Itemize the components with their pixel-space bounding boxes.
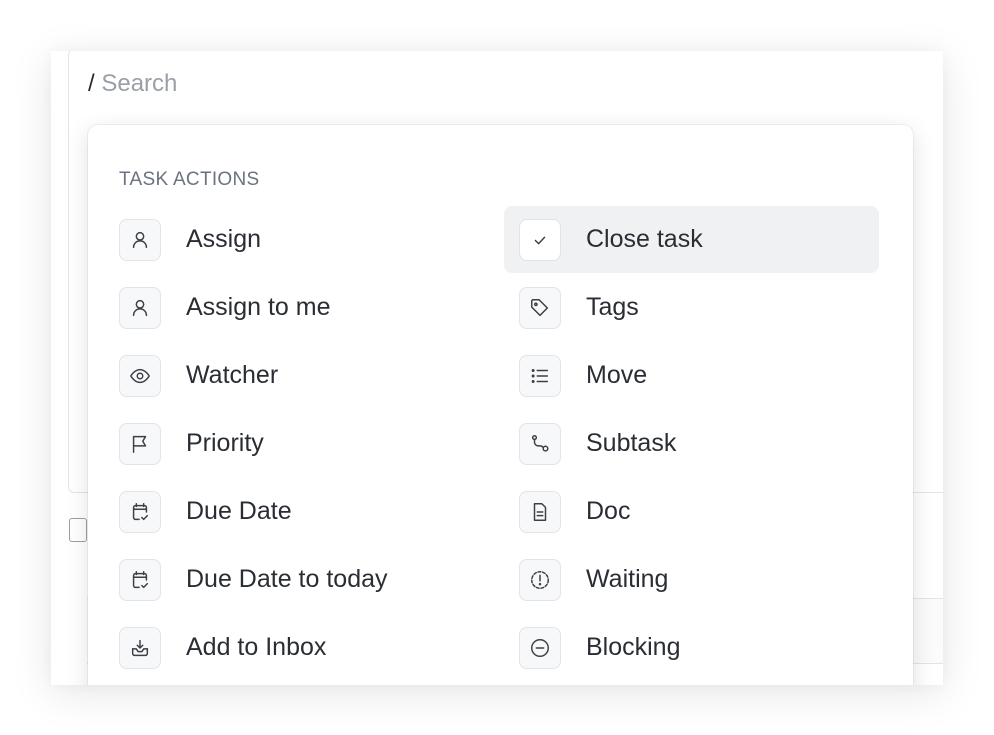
menu-item-watcher[interactable]: Watcher bbox=[104, 342, 479, 409]
menu-item-close-task[interactable]: Close task bbox=[504, 206, 879, 273]
menu-item-add-to-inbox[interactable]: Add to Inbox bbox=[104, 614, 479, 681]
menu-item-waiting[interactable]: Waiting bbox=[504, 546, 879, 613]
calendar-check-icon bbox=[119, 558, 161, 601]
menu-item-label: Due Date to today bbox=[186, 565, 388, 593]
right-column: Close task Tags Move Subtask Doc Waiting… bbox=[504, 206, 879, 682]
menu-item-label: Assign to me bbox=[186, 293, 331, 321]
menu-item-subtask[interactable]: Subtask bbox=[504, 410, 879, 477]
section-title: TASK ACTIONS bbox=[119, 169, 260, 190]
menu-item-due-date[interactable]: Due Date bbox=[104, 478, 479, 545]
menu-item-assign[interactable]: Assign bbox=[104, 206, 479, 273]
tag-icon bbox=[519, 286, 561, 329]
list-icon bbox=[519, 354, 561, 397]
task-panel: / Search TASK ACTIONS Assign Assign to m… bbox=[51, 51, 943, 685]
menu-item-label: Move bbox=[586, 361, 648, 389]
menu-item-label: Close task bbox=[586, 225, 703, 253]
menu-item-blocking[interactable]: Blocking bbox=[504, 614, 879, 681]
menu-item-doc[interactable]: Doc bbox=[504, 478, 879, 545]
slash-prefix: / bbox=[88, 70, 95, 97]
document-icon bbox=[519, 490, 561, 533]
flag-icon bbox=[119, 422, 161, 465]
user-icon bbox=[119, 286, 161, 329]
minus-circle-icon bbox=[519, 626, 561, 669]
subtask-icon bbox=[519, 422, 561, 465]
check-icon bbox=[519, 218, 561, 261]
eye-icon bbox=[119, 354, 161, 397]
menu-item-label: Doc bbox=[586, 497, 631, 525]
menu-item-label: Due Date bbox=[186, 497, 292, 525]
menu-item-move[interactable]: Move bbox=[504, 342, 879, 409]
menu-item-label: Subtask bbox=[586, 429, 677, 457]
menu-item-label: Priority bbox=[186, 429, 264, 457]
left-column: Assign Assign to me Watcher Priority Due… bbox=[104, 206, 479, 682]
menu-item-tags[interactable]: Tags bbox=[504, 274, 879, 341]
task-actions-menu: TASK ACTIONS Assign Assign to me Watcher bbox=[88, 125, 913, 685]
menu-item-label: Blocking bbox=[586, 633, 681, 661]
menu-item-priority[interactable]: Priority bbox=[104, 410, 479, 477]
calendar-check-icon bbox=[119, 490, 161, 533]
alert-circle-icon bbox=[519, 558, 561, 601]
layout-icon[interactable] bbox=[69, 518, 87, 542]
menu-item-due-date-today[interactable]: Due Date to today bbox=[104, 546, 479, 613]
menu-item-label: Waiting bbox=[586, 565, 669, 593]
menu-item-label: Watcher bbox=[186, 361, 279, 389]
user-icon bbox=[119, 218, 161, 261]
search-placeholder: Search bbox=[101, 70, 178, 97]
search-input[interactable]: / Search bbox=[88, 68, 177, 100]
inbox-icon bbox=[119, 626, 161, 669]
menu-item-label: Tags bbox=[586, 293, 639, 321]
menu-item-assign-to-me[interactable]: Assign to me bbox=[104, 274, 479, 341]
menu-item-label: Assign bbox=[186, 225, 262, 253]
menu-item-label: Add to Inbox bbox=[186, 633, 327, 661]
